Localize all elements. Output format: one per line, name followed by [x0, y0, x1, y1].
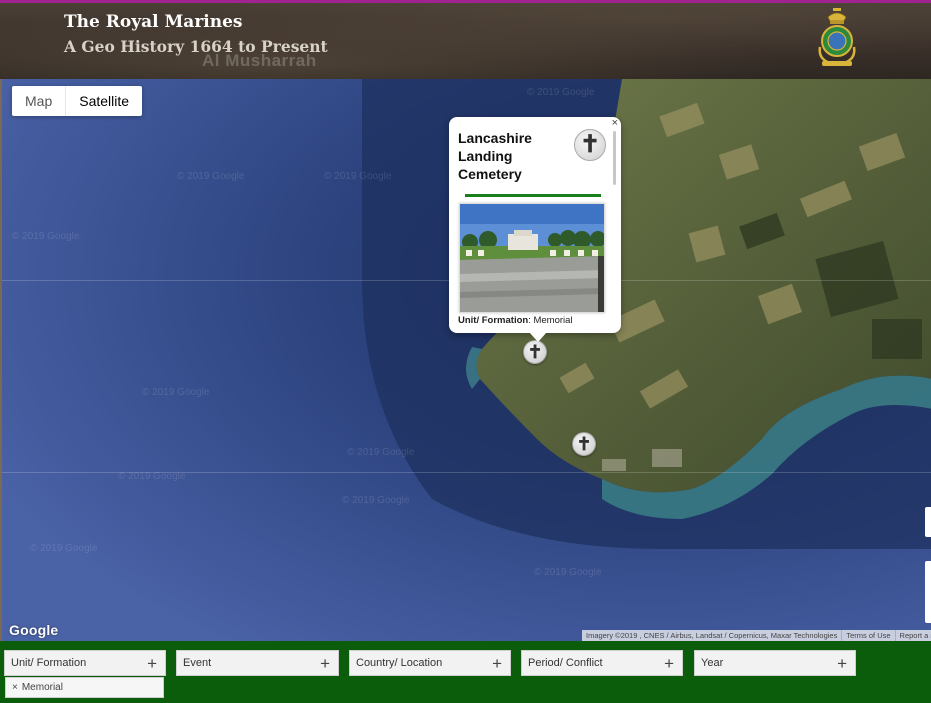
- filter-country-location[interactable]: Country/ Location +: [349, 650, 511, 676]
- map-attribution: Imagery ©2019 , CNES / Airbus, Landsat /…: [582, 630, 931, 641]
- report-link[interactable]: Report a m: [896, 630, 931, 641]
- plus-icon[interactable]: +: [147, 655, 157, 672]
- filter-unit-formation[interactable]: Unit/ Formation +: [4, 650, 166, 676]
- zoom-control-edge[interactable]: [925, 561, 931, 623]
- chip-label: Memorial: [21, 682, 63, 693]
- map-watermark: © 2019 Google: [342, 495, 410, 506]
- memorial-badge: ✝: [574, 129, 606, 161]
- filter-label: Event: [183, 657, 212, 669]
- map-type-control: Map Satellite: [12, 86, 143, 116]
- close-icon[interactable]: ×: [612, 117, 618, 129]
- info-window: × Lancashire Landing Cemetery ✝ Unit/ Fo…: [449, 117, 621, 342]
- cross-icon: ✝: [527, 342, 543, 362]
- map-type-satellite-button[interactable]: Satellite: [65, 86, 142, 116]
- site-header: Al Musharrah The Royal Marines A Geo His…: [0, 0, 931, 79]
- filter-label: Period/ Conflict: [528, 657, 603, 669]
- plus-icon[interactable]: +: [320, 655, 330, 672]
- plus-icon[interactable]: +: [837, 655, 847, 672]
- site-subtitle: A Geo History 1664 to Present: [64, 37, 328, 56]
- filter-bar: Unit/ Formation + Event + Country/ Locat…: [0, 641, 931, 703]
- filter-year[interactable]: Year +: [694, 650, 856, 676]
- active-filter-chip: × Memorial: [5, 677, 164, 698]
- filter-label: Unit/ Formation: [11, 657, 87, 669]
- plus-icon[interactable]: +: [664, 655, 674, 672]
- map-watermark: © 2019 Google: [347, 447, 415, 458]
- info-window-title: Lancashire Landing Cemetery: [458, 130, 532, 182]
- map-watermark: © 2019 Google: [142, 387, 210, 398]
- map-type-map-button[interactable]: Map: [12, 86, 65, 116]
- memorial-marker-lancashire[interactable]: ✝: [523, 340, 547, 364]
- filter-event[interactable]: Event +: [176, 650, 339, 676]
- remove-filter-icon[interactable]: ×: [12, 682, 18, 693]
- info-window-field: Unit/ Formation: Memorial: [458, 315, 573, 326]
- google-logo: Google: [9, 622, 59, 638]
- filter-period-conflict[interactable]: Period/ Conflict +: [521, 650, 683, 676]
- cross-icon: ✝: [579, 131, 601, 158]
- info-window-scrollbar[interactable]: [613, 131, 616, 185]
- map-watermark: © 2019 Google: [527, 87, 595, 98]
- filter-label: Country/ Location: [356, 657, 443, 669]
- terms-link[interactable]: Terms of Use: [842, 630, 896, 641]
- info-window-divider: [465, 194, 601, 197]
- field-value: Memorial: [533, 315, 573, 326]
- fullscreen-control-edge[interactable]: [925, 507, 931, 537]
- map-canvas[interactable]: © 2019 Google © 2019 Google © 2019 Googl…: [0, 79, 931, 641]
- plus-icon[interactable]: +: [492, 655, 502, 672]
- map-watermark: © 2019 Google: [177, 171, 245, 182]
- cemetery-photo[interactable]: [459, 203, 605, 313]
- cross-icon: ✝: [576, 434, 592, 454]
- map-watermark: © 2019 Google: [30, 543, 98, 554]
- map-watermark: © 2019 Google: [118, 471, 186, 482]
- imagery-credit: Imagery ©2019 , CNES / Airbus, Landsat /…: [582, 630, 843, 641]
- cemetery-photo-image: [460, 204, 604, 312]
- map-watermark: © 2019 Google: [12, 231, 80, 242]
- memorial-marker-2[interactable]: ✝: [572, 432, 596, 456]
- filter-label: Year: [701, 657, 724, 669]
- map-watermark: © 2019 Google: [534, 567, 602, 578]
- royal-marines-crest-icon: [818, 8, 856, 66]
- field-label: Unit/ Formation: [458, 315, 529, 326]
- site-title: The Royal Marines: [64, 12, 243, 32]
- map-watermark: © 2019 Google: [324, 171, 392, 182]
